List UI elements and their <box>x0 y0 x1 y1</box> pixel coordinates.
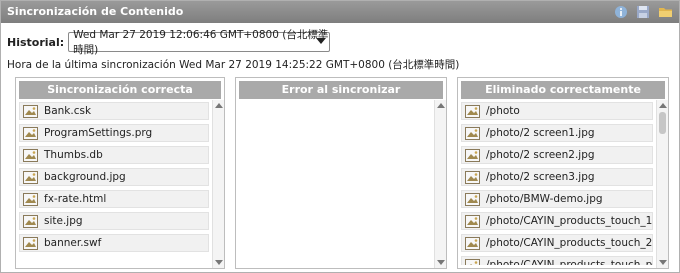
list-item-label: background.jpg <box>44 171 126 183</box>
image-file-icon <box>23 214 38 228</box>
deleted-panel-title: Eliminado correctamente <box>461 81 665 99</box>
sync-window: Sincronización de Contenido Historial: W… <box>0 0 680 273</box>
image-file-icon <box>23 170 38 184</box>
list-item[interactable]: /photo/2 screen3.jpg <box>461 168 653 186</box>
list-item[interactable]: fx-rate.html <box>19 190 209 208</box>
error-scrollbar[interactable] <box>434 100 446 268</box>
success-scrollbar[interactable] <box>212 100 224 268</box>
historial-select[interactable]: Wed Mar 27 2019 12:06:46 GMT+0800 (台北標準時… <box>68 29 331 56</box>
list-item[interactable]: /photo/CAYIN_products_touch_portra <box>461 256 653 265</box>
list-item[interactable]: ProgramSettings.prg <box>19 124 209 142</box>
list-item[interactable]: /photo/BMW-demo.jpg <box>461 190 653 208</box>
list-item-label: ProgramSettings.prg <box>44 127 153 139</box>
image-file-icon <box>465 214 480 228</box>
list-item-label: site.jpg <box>44 215 83 227</box>
title-icons <box>613 4 673 20</box>
success-panel-title: Sincronización correcta <box>19 81 221 99</box>
list-item[interactable]: Bank.csk <box>19 102 209 120</box>
title-bar: Sincronización de Contenido <box>1 1 679 23</box>
list-item-label: /photo/BMW-demo.jpg <box>486 193 603 205</box>
list-item[interactable]: /photo/2 screen1.jpg <box>461 124 653 142</box>
historial-row: Historial: Wed Mar 27 2019 12:06:46 GMT+… <box>7 29 331 56</box>
list-item-label: /photo/CAYIN_products_touch_1.jpg <box>486 215 653 227</box>
list-item-label: Bank.csk <box>44 105 92 117</box>
list-item[interactable]: background.jpg <box>19 168 209 186</box>
deleted-panel: Eliminado correctamente /photo/photo/2 s… <box>457 77 669 269</box>
image-file-icon <box>23 148 38 162</box>
list-item[interactable]: /photo <box>461 102 653 120</box>
historial-label: Historial: <box>7 35 65 49</box>
image-file-icon <box>465 192 480 206</box>
historial-selected-value: Wed Mar 27 2019 12:06:46 GMT+0800 (台北標準時… <box>73 29 329 56</box>
list-item-label: /photo/2 screen1.jpg <box>486 127 595 139</box>
image-file-icon <box>465 170 480 184</box>
image-file-icon <box>465 236 480 250</box>
list-item-label: banner.swf <box>44 237 102 249</box>
list-item-label: /photo/2 screen2.jpg <box>486 149 595 161</box>
error-panel: Error al sincronizar <box>235 77 447 269</box>
chevron-down-icon <box>316 38 327 44</box>
list-item[interactable]: banner.swf <box>19 234 209 252</box>
list-item-label: fx-rate.html <box>44 193 107 205</box>
image-file-icon <box>465 258 480 265</box>
list-item[interactable]: Thumbs.db <box>19 146 209 164</box>
window-title: Sincronización de Contenido <box>7 5 184 18</box>
list-item-label: /photo/CAYIN_products_touch_portra <box>486 259 653 265</box>
info-icon[interactable] <box>613 4 629 20</box>
image-file-icon <box>23 104 38 118</box>
list-item-label: /photo <box>486 105 520 117</box>
error-list <box>239 102 431 265</box>
save-icon[interactable] <box>635 4 651 20</box>
list-item-label: /photo/CAYIN_products_touch_2.jpg <box>486 237 653 249</box>
image-file-icon <box>465 126 480 140</box>
folder-icon[interactable] <box>657 4 673 20</box>
image-file-icon <box>465 104 480 118</box>
list-item-label: Thumbs.db <box>44 149 103 161</box>
list-item[interactable]: /photo/CAYIN_products_touch_2.jpg <box>461 234 653 252</box>
last-sync-text: Hora de la última sincronización Wed Mar… <box>7 59 460 71</box>
list-item[interactable]: site.jpg <box>19 212 209 230</box>
success-panel: Sincronización correcta Bank.csk ProgramS… <box>15 77 225 269</box>
image-file-icon <box>465 148 480 162</box>
list-item[interactable]: /photo/2 screen2.jpg <box>461 146 653 164</box>
list-item[interactable]: /photo/CAYIN_products_touch_1.jpg <box>461 212 653 230</box>
error-panel-title: Error al sincronizar <box>239 81 443 99</box>
deleted-scrollbar[interactable] <box>656 100 668 268</box>
content: Historial: Wed Mar 27 2019 12:06:46 GMT+… <box>1 23 679 272</box>
image-file-icon <box>23 236 38 250</box>
list-item-label: /photo/2 screen3.jpg <box>486 171 595 183</box>
deleted-list: /photo/photo/2 screen1.jpg/photo/2 scree… <box>461 102 653 265</box>
image-file-icon <box>23 192 38 206</box>
image-file-icon <box>23 126 38 140</box>
success-list: Bank.csk ProgramSettings.prg Thumbs.db back… <box>19 102 209 265</box>
